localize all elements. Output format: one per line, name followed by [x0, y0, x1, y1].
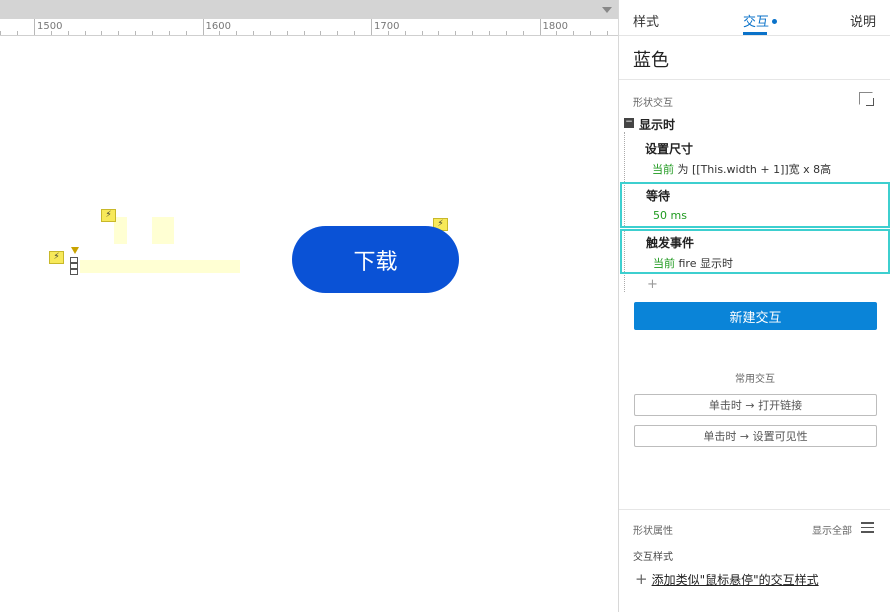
- action-detail: 当前 fire 显示时: [653, 255, 733, 271]
- action-title: 设置尺寸: [645, 142, 694, 156]
- tab-interaction-label: 交互: [743, 15, 770, 30]
- divider: [619, 79, 890, 80]
- ruler-minor-tick: [472, 31, 474, 35]
- ruler-minor-tick: [101, 31, 103, 35]
- ruler-minor-tick: [354, 31, 356, 35]
- ruler-minor-tick: [236, 31, 238, 35]
- ruler-minor-tick: [17, 31, 19, 35]
- ruler-minor-tick: [135, 31, 137, 35]
- ruler-minor-tick: [522, 31, 524, 35]
- ruler-minor-tick: [488, 31, 490, 35]
- horizontal-ruler: 1500 1600 1700 1800: [0, 19, 618, 36]
- action-detail: 50 ms: [653, 209, 687, 222]
- ruler-major-tick: [202, 19, 204, 35]
- new-interaction-button[interactable]: 新建交互: [634, 302, 877, 330]
- ruler-minor-tick: [590, 31, 592, 35]
- action-title: 触发事件: [646, 236, 695, 250]
- selection-anchor-icon[interactable]: [71, 247, 79, 254]
- plus-icon: +: [635, 570, 648, 588]
- interaction-bolt-icon[interactable]: ⚡: [101, 209, 116, 222]
- inspector-tabs: 样式 交互 说明: [619, 0, 890, 36]
- download-button[interactable]: 下载: [292, 226, 459, 293]
- action-params: 为 [[This.width + 1]]宽 x 8高: [677, 163, 832, 176]
- selection-handle[interactable]: [70, 269, 78, 275]
- ruler-label: 1600: [205, 21, 231, 32]
- action-set-size[interactable]: 设置尺寸 当前 为 [[This.width + 1]]宽 x 8高: [620, 136, 890, 180]
- action-wait[interactable]: 等待 50 ms: [620, 182, 890, 228]
- app-window: 1500 1600 1700 1800 ⚡ ⚡ ⚡ 下载 样式 交互 说明 蓝色 形状…: [0, 0, 890, 612]
- canvas-topbar: [0, 0, 618, 19]
- collapse-event-icon[interactable]: −: [624, 118, 634, 128]
- divider: [619, 509, 890, 510]
- ruler-label: 1800: [542, 21, 568, 32]
- section-label-common-interactions: 常用交互: [735, 374, 775, 385]
- tab-notes[interactable]: 说明: [850, 11, 876, 30]
- ruler-minor-tick: [118, 31, 120, 35]
- ruler-minor-tick: [438, 31, 440, 35]
- section-label-interaction-styles: 交互样式: [633, 552, 673, 563]
- tab-style[interactable]: 样式: [633, 11, 659, 30]
- menu-icon[interactable]: [861, 522, 874, 533]
- hidden-widget-ghost[interactable]: [152, 217, 174, 244]
- ruler-minor-tick: [67, 31, 69, 35]
- ruler-minor-tick: [303, 31, 305, 35]
- action-target: 当前: [652, 163, 674, 176]
- ruler-minor-tick: [286, 31, 288, 35]
- section-label-shape-interactions: 形状交互: [633, 98, 673, 109]
- ruler-minor-tick: [320, 31, 322, 35]
- ruler-label: 1500: [37, 21, 63, 32]
- ruler-minor-tick: [185, 31, 187, 35]
- action-detail: 当前 为 [[This.width + 1]]宽 x 8高: [652, 161, 831, 177]
- design-canvas[interactable]: 1500 1600 1700 1800 ⚡ ⚡ ⚡ 下载: [0, 0, 618, 612]
- ruler-minor-tick: [84, 31, 86, 35]
- common-interaction-set-visibility-button[interactable]: 单击时 → 设置可见性: [634, 425, 877, 447]
- show-all-link[interactable]: 显示全部: [812, 522, 852, 537]
- collapse-arrow-icon[interactable]: [602, 7, 612, 13]
- action-target: 当前: [653, 257, 675, 270]
- hidden-bar-ghost[interactable]: [80, 260, 240, 273]
- inspector-panel: 样式 交互 说明 蓝色 形状交互 − 显示时 设置尺寸 当前 为 [[This.…: [618, 0, 890, 612]
- ruler-label: 1700: [374, 21, 400, 32]
- event-name[interactable]: 显示时: [639, 116, 675, 133]
- shape-name[interactable]: 蓝色: [633, 46, 669, 72]
- ruler-minor-tick: [269, 31, 271, 35]
- ruler-minor-tick: [573, 31, 575, 35]
- interaction-bolt-icon[interactable]: ⚡: [49, 251, 64, 264]
- ruler-minor-tick: [0, 31, 2, 35]
- ruler-minor-tick: [505, 31, 507, 35]
- active-dot-icon: [772, 19, 778, 24]
- action-fire-event[interactable]: 触发事件 当前 fire 显示时: [620, 229, 890, 274]
- action-target: 50 ms: [653, 209, 687, 222]
- ruler-minor-tick: [606, 31, 608, 35]
- ruler-minor-tick: [337, 31, 339, 35]
- ruler-minor-tick: [168, 31, 170, 35]
- action-title: 等待: [646, 189, 671, 203]
- expand-editor-icon[interactable]: [859, 92, 874, 106]
- ruler-minor-tick: [421, 31, 423, 35]
- ruler-minor-tick: [455, 31, 457, 35]
- ruler-minor-tick: [151, 31, 153, 35]
- add-interaction-style-link[interactable]: + 添加类似"鼠标悬停"的交互样式: [635, 570, 819, 588]
- ruler-minor-tick: [253, 31, 255, 35]
- section-label-shape-properties: 形状属性: [633, 526, 673, 537]
- ruler-major-tick: [34, 19, 35, 35]
- ruler-major-tick: [371, 19, 372, 35]
- common-interaction-open-link-button[interactable]: 单击时 → 打开链接: [634, 394, 877, 416]
- add-style-label: 添加类似"鼠标悬停"的交互样式: [651, 573, 819, 587]
- active-tab-underline: [743, 32, 767, 35]
- ruler-major-tick: [539, 19, 541, 35]
- add-action-icon[interactable]: +: [647, 277, 658, 292]
- action-params: fire 显示时: [678, 257, 733, 270]
- tab-interaction[interactable]: 交互: [743, 11, 778, 30]
- ruler-minor-tick: [404, 31, 406, 35]
